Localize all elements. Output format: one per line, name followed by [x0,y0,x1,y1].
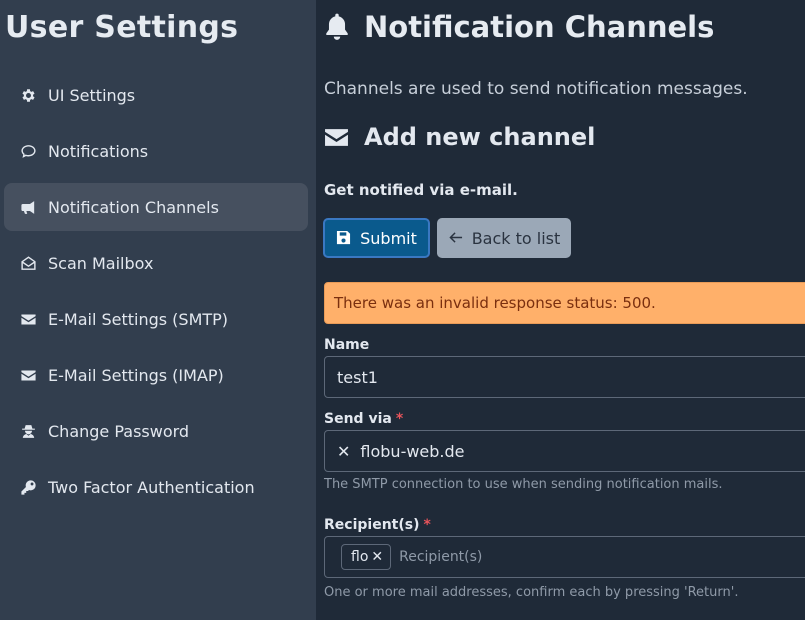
sidebar-item-label: Notifications [48,141,149,161]
arrow-left-icon [448,230,464,246]
name-input-value: test1 [337,367,378,387]
submit-button-label: Submit [360,228,417,248]
key-icon [19,478,37,496]
sidebar-item-notification-channels[interactable]: Notification Channels [4,183,308,231]
sidebar-menu: UI Settings Notifications Notification C… [4,71,308,519]
recipients-placeholder[interactable]: Recipient(s) [399,549,482,565]
back-to-list-button[interactable]: Back to list [437,218,571,258]
gear-icon [19,86,37,104]
sidebar-title: User Settings [5,10,239,45]
sidebar-item-scan-mailbox[interactable]: Scan Mailbox [4,239,308,287]
user-secret-icon [19,422,37,440]
sidebar-item-label: Two Factor Authentication [48,477,255,497]
sidebar-item-label: E-Mail Settings (SMTP) [48,309,229,329]
page-title-text: Notification Channels [364,10,715,44]
section-title-text: Add new channel [364,123,596,151]
envelope-icon [324,125,350,149]
sidebar-item-email-smtp[interactable]: E-Mail Settings (SMTP) [4,295,308,343]
sidebar-item-notifications[interactable]: Notifications [4,127,308,175]
error-alert: There was an invalid response status: 50… [324,282,805,324]
sidebar-item-change-password[interactable]: Change Password [4,407,308,455]
recipient-tag: flo ✕ [341,544,392,570]
sidebar-item-email-imap[interactable]: E-Mail Settings (IMAP) [4,351,308,399]
envelope-icon [19,310,37,328]
bell-icon [324,11,352,43]
name-label: Name [324,337,370,353]
recipients-input[interactable]: flo ✕ Recipient(s) [324,536,805,578]
section-title: Add new channel [324,123,595,151]
recipients-hint: One or more mail addresses, confirm each… [324,585,739,600]
send-via-hint: The SMTP connection to use when sending … [324,477,723,492]
remove-tag-icon[interactable]: ✕ [371,549,383,565]
lead-text: Channels are used to send notification m… [324,79,748,99]
sidebar-item-label: Change Password [48,421,190,441]
sidebar-item-label: Scan Mailbox [48,253,154,273]
send-via-value: flobu-web.de [360,441,465,461]
sidebar-item-label: Notification Channels [48,197,219,217]
recipients-label: Recipient(s) * [324,517,431,533]
clear-selection-icon[interactable]: ✕ [337,442,350,461]
envelope-icon [19,366,37,384]
page-title: Notification Channels [324,10,714,44]
send-via-label: Send via * [324,411,404,427]
recipient-tag-label: flo [351,549,369,565]
sidebar-item-ui-settings[interactable]: UI Settings [4,71,308,119]
envelope-open-icon [19,254,37,272]
sidebar-item-two-factor[interactable]: Two Factor Authentication [4,463,308,511]
name-input[interactable]: test1 [324,356,805,398]
sidebar-item-label: UI Settings [48,85,136,105]
main-content: Notification Channels Channels are used … [316,0,805,620]
megaphone-icon [19,198,37,216]
required-mark: * [423,517,431,533]
speech-bubble-icon [19,142,37,160]
save-icon [336,230,352,246]
channel-description: Get notified via e-mail. [324,181,518,199]
submit-button[interactable]: Submit [323,218,430,258]
sidebar-item-label: E-Mail Settings (IMAP) [48,365,224,385]
sidebar: User Settings UI Settings Notifications … [0,0,316,620]
required-mark: * [395,411,404,427]
back-button-label: Back to list [471,228,561,248]
send-via-select[interactable]: ✕ flobu-web.de [324,430,805,472]
